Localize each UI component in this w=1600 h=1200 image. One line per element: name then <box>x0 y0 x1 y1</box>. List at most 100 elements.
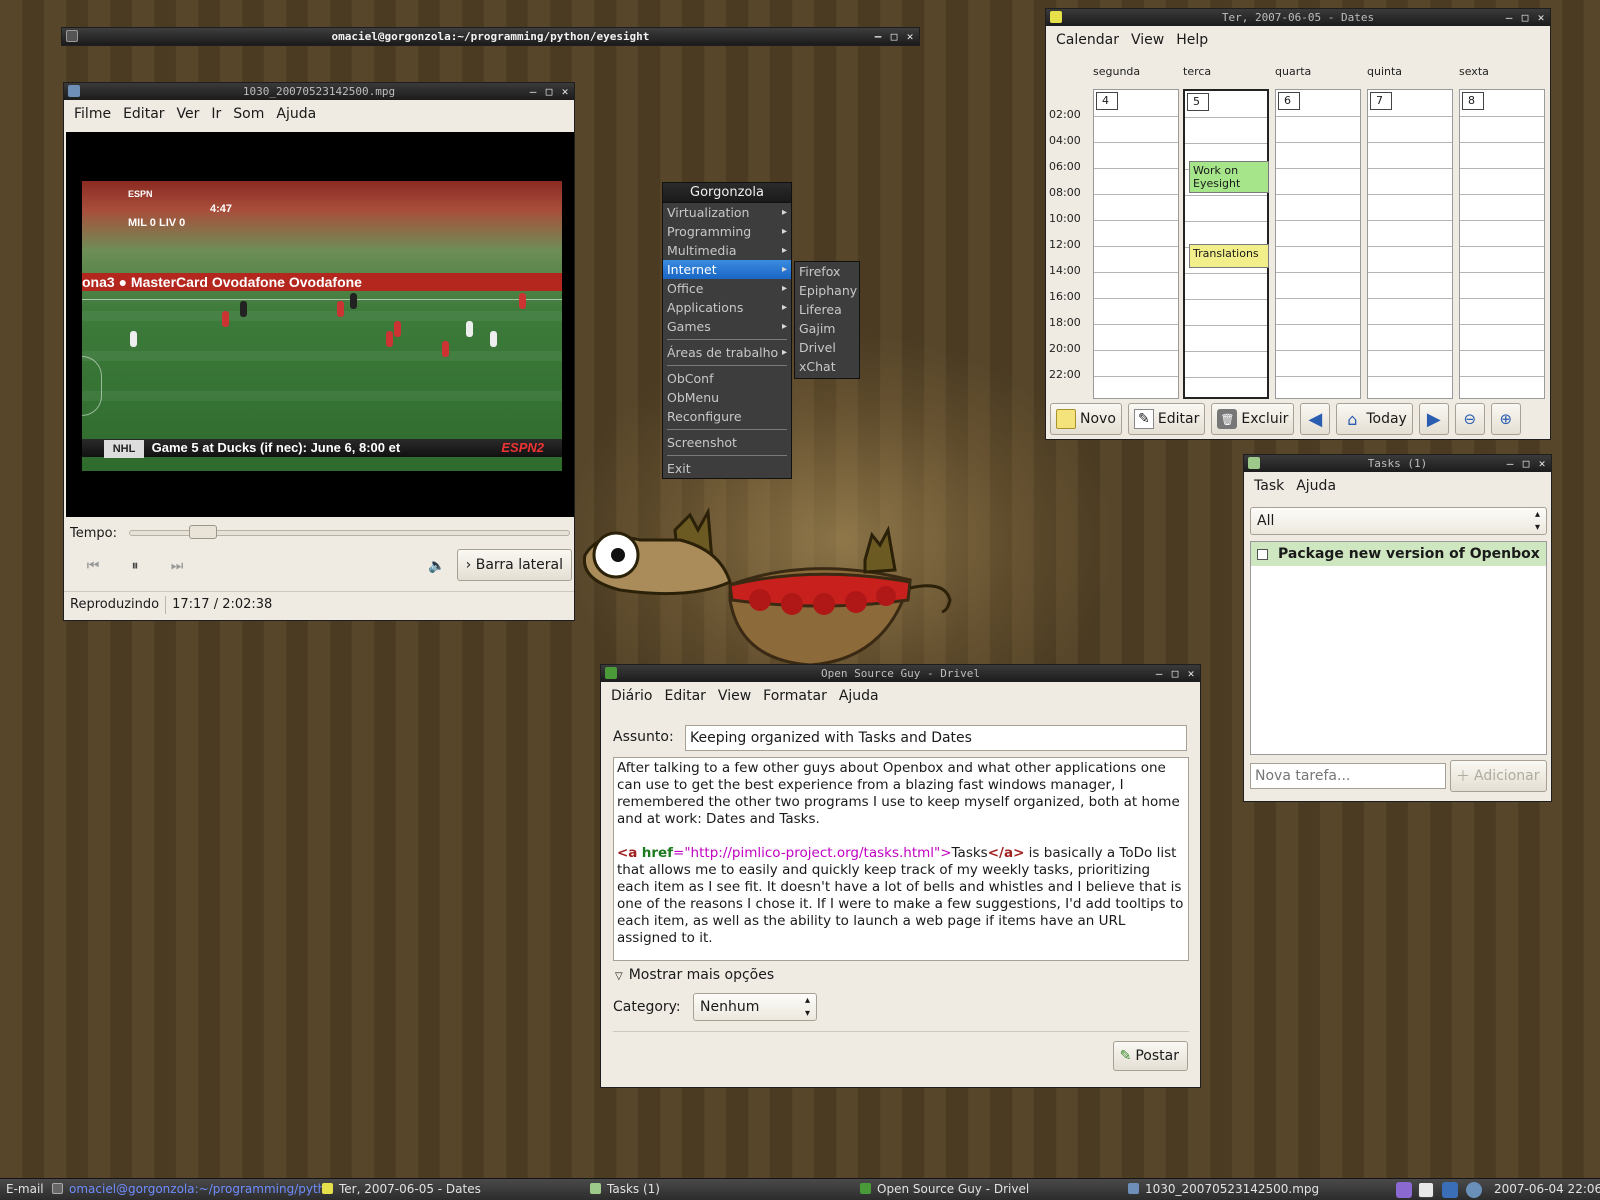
submenu-item-drivel[interactable]: Drivel <box>795 338 859 357</box>
menu-item-workspaces[interactable]: Áreas de trabalho <box>663 343 791 362</box>
menu-item-office[interactable]: Office <box>663 279 791 298</box>
day-column-sexta[interactable]: 8 <box>1459 89 1545 399</box>
post-body-editor[interactable]: After talking to a few other guys about … <box>613 757 1189 961</box>
day-number[interactable]: 6 <box>1278 92 1300 110</box>
minimize-icon[interactable]: – <box>871 28 885 45</box>
maximize-icon[interactable]: □ <box>1518 9 1532 26</box>
menu-ajuda[interactable]: Ajuda <box>833 688 885 704</box>
day-column-quarta[interactable]: 6 <box>1275 89 1361 399</box>
submenu-item-epiphany[interactable]: Epiphany <box>795 281 859 300</box>
menu-calendar[interactable]: Calendar <box>1050 32 1125 48</box>
next-week-button[interactable]: ▶ <box>1418 403 1449 435</box>
menu-task[interactable]: Task <box>1248 478 1290 494</box>
new-task-input[interactable]: Nova tarefa... <box>1250 763 1446 789</box>
maximize-icon[interactable]: □ <box>1168 665 1182 682</box>
menu-ir[interactable]: Ir <box>205 106 227 122</box>
seek-bar[interactable] <box>128 525 570 539</box>
week-grid[interactable]: 02:00 04:00 06:00 08:00 10:00 12:00 14:0… <box>1046 57 1552 399</box>
minimize-icon[interactable]: – <box>1503 455 1517 472</box>
tray-globe-icon[interactable] <box>1466 1182 1482 1198</box>
zoom-out-button[interactable]: ⊖ <box>1454 403 1485 435</box>
event-translations[interactable]: Translations <box>1189 244 1269 268</box>
menu-item-reconfigure[interactable]: Reconfigure <box>663 407 791 426</box>
menu-ajuda[interactable]: Ajuda <box>1290 478 1342 494</box>
seek-thumb[interactable] <box>188 525 217 539</box>
day-number[interactable]: 8 <box>1462 92 1484 110</box>
menu-item-screenshot[interactable]: Screenshot <box>663 433 791 452</box>
video-player-window[interactable]: 1030_20070523142500.mpg – □ ✕ Filme Edit… <box>63 82 575 621</box>
tray-face-icon[interactable] <box>1396 1182 1412 1198</box>
minimize-icon[interactable]: – <box>1152 665 1166 682</box>
task-filter-select[interactable]: All ▴ ▾ <box>1250 507 1547 535</box>
day-number[interactable]: 7 <box>1370 92 1392 110</box>
maximize-icon[interactable]: □ <box>542 83 556 100</box>
taskbar-tasks[interactable]: Tasks (1) <box>590 1179 660 1200</box>
submenu-item-xchat[interactable]: xChat <box>795 357 859 376</box>
menu-diario[interactable]: Diário <box>605 688 658 704</box>
menu-formatar[interactable]: Formatar <box>757 688 833 704</box>
tray-notes-icon[interactable] <box>1418 1182 1434 1198</box>
menu-item-programming[interactable]: Programming <box>663 222 791 241</box>
menu-item-internet[interactable]: Internet <box>663 260 791 279</box>
menu-item-exit[interactable]: Exit <box>663 459 791 478</box>
day-column-quinta[interactable]: 7 <box>1367 89 1453 399</box>
dates-titlebar[interactable]: Ter, 2007-06-05 - Dates – □ ✕ <box>1046 9 1550 26</box>
menu-item-multimedia[interactable]: Multimedia <box>663 241 791 260</box>
tasks-titlebar[interactable]: Tasks (1) – □ ✕ <box>1244 455 1551 472</box>
previous-icon[interactable]: ⏮ <box>80 553 106 579</box>
maximize-icon[interactable]: □ <box>887 28 901 45</box>
menu-view[interactable]: View <box>712 688 757 704</box>
menu-som[interactable]: Som <box>227 106 270 122</box>
taskbar-drivel[interactable]: Open Source Guy - Drivel <box>860 1179 1029 1200</box>
post-button[interactable]: ✎ Postar <box>1112 1041 1188 1071</box>
tasks-window[interactable]: Tasks (1) – □ ✕ Task Ajuda All ▴ ▾ Packag… <box>1243 454 1552 802</box>
volume-icon[interactable]: 🔈 <box>424 553 450 579</box>
maximize-icon[interactable]: □ <box>1519 455 1533 472</box>
task-checkbox[interactable] <box>1257 548 1268 560</box>
menu-item-virtualization[interactable]: Virtualization <box>663 203 791 222</box>
day-column-terca[interactable]: 5 Work on Eyesight Translations <box>1183 89 1269 399</box>
minimize-icon[interactable]: – <box>526 83 540 100</box>
submenu-item-gajim[interactable]: Gajim <box>795 319 859 338</box>
new-event-button[interactable]: Novo <box>1050 403 1122 435</box>
video-area[interactable]: ESPN 4:47 MIL 0 LIV 0 ona3 ● MasterCard … <box>66 132 574 517</box>
menu-item-obconf[interactable]: ObConf <box>663 369 791 388</box>
minimize-icon[interactable]: – <box>1502 9 1516 26</box>
category-select[interactable]: Nenhum ▴ ▾ <box>693 993 817 1021</box>
day-column-segunda[interactable]: 4 <box>1093 89 1179 399</box>
taskbar-dates[interactable]: Ter, 2007-06-05 - Dates <box>322 1179 481 1200</box>
menu-view[interactable]: View <box>1125 32 1170 48</box>
taskbar-email[interactable]: E-mail <box>6 1179 44 1200</box>
edit-event-button[interactable]: ✎ Editar <box>1127 403 1206 435</box>
task-list[interactable]: Package new version of Openbox <box>1250 541 1547 755</box>
event-work-on-eyesight[interactable]: Work on Eyesight <box>1189 161 1269 193</box>
terminal-window[interactable]: omaciel@gorgonzola:~/programming/python/… <box>61 27 920 46</box>
task-item[interactable]: Package new version of Openbox <box>1251 542 1546 566</box>
next-icon[interactable]: ⏭ <box>164 553 190 579</box>
close-icon[interactable]: ✕ <box>1534 9 1548 26</box>
terminal-titlebar[interactable]: omaciel@gorgonzola:~/programming/python/… <box>62 28 919 45</box>
menu-editar[interactable]: Editar <box>117 106 170 122</box>
subject-input[interactable]: Keeping organized with Tasks and Dates <box>685 725 1187 751</box>
more-options-expander[interactable]: ▽ Mostrar mais opções <box>615 967 774 983</box>
taskbar-player[interactable]: 1030_20070523142500.mpg <box>1128 1179 1319 1200</box>
zoom-in-button[interactable]: ⊕ <box>1490 403 1521 435</box>
previous-week-button[interactable]: ◀ <box>1300 403 1331 435</box>
menu-item-games[interactable]: Games <box>663 317 791 336</box>
menu-item-applications[interactable]: Applications <box>663 298 791 317</box>
menu-filme[interactable]: Filme <box>68 106 117 122</box>
menu-help[interactable]: Help <box>1170 32 1214 48</box>
dates-window[interactable]: Ter, 2007-06-05 - Dates – □ ✕ Calendar V… <box>1045 8 1551 440</box>
today-button[interactable]: ⌂ Today <box>1336 403 1413 435</box>
close-icon[interactable]: ✕ <box>1535 455 1549 472</box>
day-number[interactable]: 4 <box>1096 92 1118 110</box>
close-icon[interactable]: ✕ <box>903 28 917 45</box>
close-icon[interactable]: ✕ <box>1184 665 1198 682</box>
drivel-titlebar[interactable]: Open Source Guy - Drivel – □ ✕ <box>601 665 1200 682</box>
sidebar-button[interactable]: › Barra lateral <box>456 549 572 581</box>
menu-ajuda[interactable]: Ajuda <box>270 106 322 122</box>
close-icon[interactable]: ✕ <box>558 83 572 100</box>
submenu-item-liferea[interactable]: Liferea <box>795 300 859 319</box>
menu-item-obmenu[interactable]: ObMenu <box>663 388 791 407</box>
add-task-button[interactable]: ＋ Adicionar <box>1450 760 1547 792</box>
